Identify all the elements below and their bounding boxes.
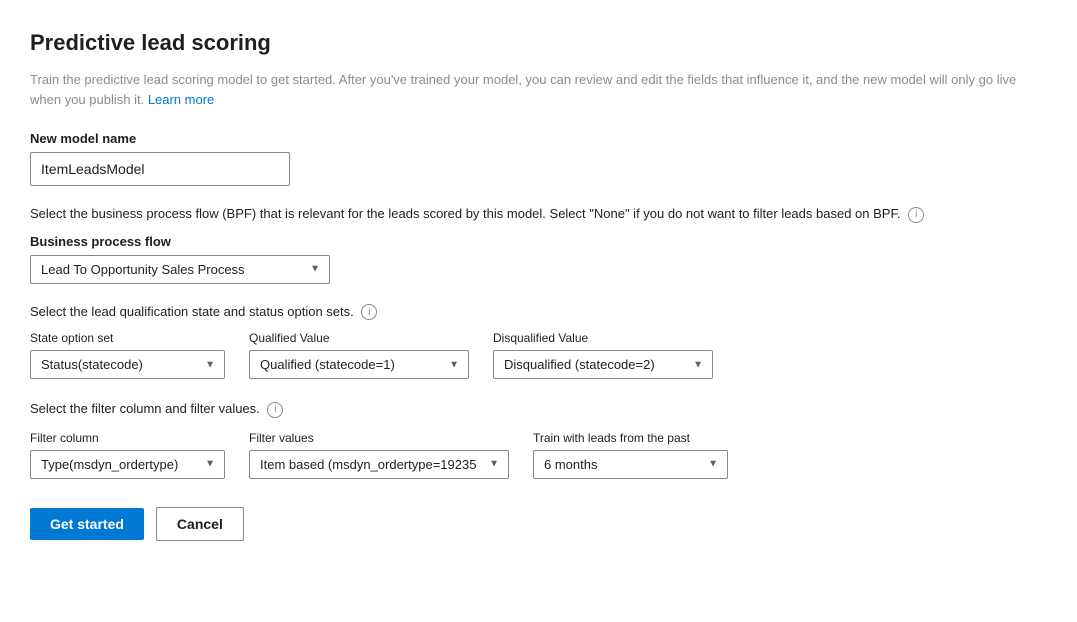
state-option-set-select[interactable]: Status(statecode) (30, 350, 225, 379)
disqualified-value-label: Disqualified Value (493, 331, 713, 345)
bpf-label: Business process flow (30, 234, 1047, 249)
filter-column-select[interactable]: Type(msdyn_ordertype) (30, 450, 225, 479)
qualified-dropdown-wrapper: Qualified (statecode=1) ▼ (249, 350, 469, 379)
filter-values-dropdown-wrapper: Item based (msdyn_ordertype=1923500... ▼ (249, 450, 509, 479)
bpf-info-text: Select the business process flow (BPF) t… (30, 204, 1047, 224)
filter-values-group: Filter values Item based (msdyn_ordertyp… (249, 431, 509, 479)
qualification-info-text: Select the lead qualification state and … (30, 302, 1047, 322)
page-container: Predictive lead scoring Train the predic… (0, 0, 1077, 622)
bpf-dropdown-wrapper: Lead To Opportunity Sales Process None ▼ (30, 255, 330, 284)
filter-column-group: Filter column Type(msdyn_ordertype) ▼ (30, 431, 225, 479)
page-title: Predictive lead scoring (30, 30, 1047, 56)
train-past-dropdown-wrapper: 6 months 3 months 12 months ▼ (533, 450, 728, 479)
filter-values-select[interactable]: Item based (msdyn_ordertype=1923500... (249, 450, 509, 479)
learn-more-link[interactable]: Learn more (148, 92, 214, 107)
qualified-value-group: Qualified Value Qualified (statecode=1) … (249, 331, 469, 379)
model-name-input[interactable] (30, 152, 290, 186)
filter-column-dropdown-wrapper: Type(msdyn_ordertype) ▼ (30, 450, 225, 479)
train-past-label: Train with leads from the past (533, 431, 728, 445)
filter-row: Filter column Type(msdyn_ordertype) ▼ Fi… (30, 431, 1047, 479)
train-past-group: Train with leads from the past 6 months … (533, 431, 728, 479)
bpf-section: Business process flow Lead To Opportunit… (30, 234, 1047, 284)
bpf-select[interactable]: Lead To Opportunity Sales Process None (30, 255, 330, 284)
filter-values-label: Filter values (249, 431, 509, 445)
state-option-set-group: State option set Status(statecode) ▼ (30, 331, 225, 379)
model-name-section: New model name (30, 131, 1047, 186)
button-row: Get started Cancel (30, 507, 1047, 541)
cancel-button[interactable]: Cancel (156, 507, 244, 541)
qualified-value-select[interactable]: Qualified (statecode=1) (249, 350, 469, 379)
disqualified-dropdown-wrapper: Disqualified (statecode=2) ▼ (493, 350, 713, 379)
filter-info-icon[interactable]: i (267, 402, 283, 418)
description-text: Train the predictive lead scoring model … (30, 70, 1047, 109)
qualified-value-label: Qualified Value (249, 331, 469, 345)
model-name-label: New model name (30, 131, 1047, 146)
qualification-row: State option set Status(statecode) ▼ Qua… (30, 331, 1047, 379)
train-past-select[interactable]: 6 months 3 months 12 months (533, 450, 728, 479)
filter-column-label: Filter column (30, 431, 225, 445)
bpf-info-icon[interactable]: i (908, 207, 924, 223)
qualification-info-icon[interactable]: i (361, 304, 377, 320)
state-option-set-label: State option set (30, 331, 225, 345)
disqualified-value-select[interactable]: Disqualified (statecode=2) (493, 350, 713, 379)
disqualified-value-group: Disqualified Value Disqualified (stateco… (493, 331, 713, 379)
filter-info-text: Select the filter column and filter valu… (30, 399, 1047, 419)
state-dropdown-wrapper: Status(statecode) ▼ (30, 350, 225, 379)
get-started-button[interactable]: Get started (30, 508, 144, 540)
